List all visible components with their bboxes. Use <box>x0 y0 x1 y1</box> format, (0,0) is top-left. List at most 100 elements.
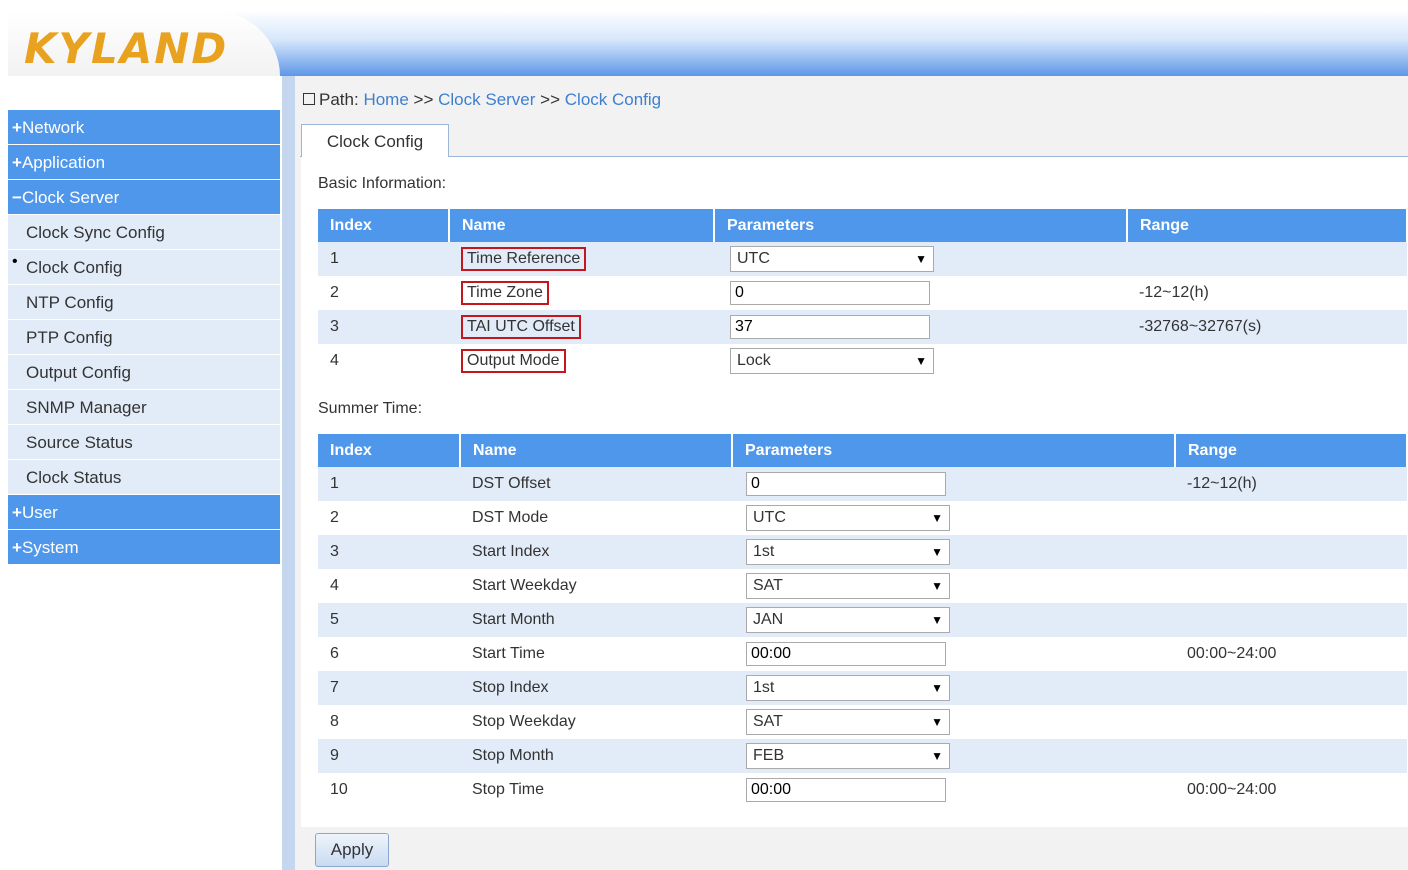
row-parameter-cell: SAT ▼ <box>732 705 1175 739</box>
chevron-down-icon: ▼ <box>915 252 927 266</box>
row-name-cell: Stop Month <box>460 739 732 773</box>
row-index: 6 <box>318 637 460 671</box>
chevron-down-icon: ▼ <box>931 749 943 763</box>
tai-utc-offset-input[interactable] <box>730 315 930 339</box>
stop-time-input[interactable] <box>746 778 946 802</box>
sidebar-item-ntp-config[interactable]: NTP Config <box>8 285 280 320</box>
row-parameter-cell: UTC ▼ <box>732 501 1175 535</box>
row-name-cell: Stop Index <box>460 671 732 705</box>
breadcrumb-home-link[interactable]: Home <box>363 90 408 109</box>
table-row: 5 Start Month JAN ▼ <box>318 603 1407 637</box>
row-name: Start Index <box>472 543 550 560</box>
col-range-header: Range <box>1127 209 1408 242</box>
sidebar-item-source-status[interactable]: Source Status <box>8 425 280 460</box>
stop-index-select[interactable]: 1st ▼ <box>746 675 950 701</box>
row-parameter-cell: Lock ▼ <box>714 344 1127 378</box>
sidebar-item-label: Clock Config <box>26 258 123 277</box>
expand-icon: + <box>12 503 22 522</box>
sidebar-item-clock-status[interactable]: Clock Status <box>8 460 280 495</box>
sidebar-item-snmp-manager[interactable]: SNMP Manager <box>8 390 280 425</box>
start-index-select[interactable]: 1st ▼ <box>746 539 950 565</box>
row-name-cell: TAI UTC Offset <box>449 310 714 344</box>
row-range: -12~12(h) <box>1175 467 1407 501</box>
table-row: 2 DST Mode UTC ▼ <box>318 501 1407 535</box>
config-panel: Basic Information: Index Name Parameters… <box>301 157 1408 827</box>
select-value: JAN <box>753 611 784 628</box>
row-parameter-cell <box>732 467 1175 501</box>
row-range <box>1127 344 1407 378</box>
chevron-down-icon: ▼ <box>931 545 943 559</box>
start-month-select[interactable]: JAN ▼ <box>746 607 950 633</box>
apply-button[interactable]: Apply <box>315 833 389 867</box>
col-index-header: Index <box>318 209 450 242</box>
row-name: TAI UTC Offset <box>461 315 581 339</box>
selected-bullet-icon: • <box>12 253 18 270</box>
stop-weekday-select[interactable]: SAT ▼ <box>746 709 950 735</box>
row-range <box>1127 242 1407 276</box>
row-range: 00:00~24:00 <box>1175 637 1407 671</box>
dst-mode-select[interactable]: UTC ▼ <box>746 505 950 531</box>
table-row: 2 Time Zone -12~12(h) <box>318 276 1407 310</box>
sidebar-item-label: PTP Config <box>26 328 113 347</box>
sidebar-item-ptp-config[interactable]: PTP Config <box>8 320 280 355</box>
breadcrumb-page-link[interactable]: Clock Config <box>565 90 661 109</box>
tab-clock-config[interactable]: Clock Config <box>301 124 449 158</box>
row-name-cell: Start Time <box>460 637 732 671</box>
col-name-header: Name <box>449 209 715 242</box>
row-parameter-cell: 1st ▼ <box>732 671 1175 705</box>
row-index: 4 <box>318 569 460 603</box>
row-name: Stop Month <box>472 747 554 764</box>
row-parameter-cell: SAT ▼ <box>732 569 1175 603</box>
sidebar-item-label: Clock Server <box>21 188 120 207</box>
sidebar-nav: +Network +Application −Clock Server Clock S… <box>8 110 280 565</box>
row-parameter-cell: JAN ▼ <box>732 603 1175 637</box>
breadcrumb-section-link[interactable]: Clock Server <box>438 90 535 109</box>
row-index: 1 <box>318 467 460 501</box>
row-name: DST Mode <box>472 509 549 526</box>
row-parameter-cell <box>732 773 1175 807</box>
row-name: Start Month <box>472 611 555 628</box>
table-row: 3 Start Index 1st ▼ <box>318 535 1407 569</box>
row-index: 4 <box>318 344 449 378</box>
row-name-cell: Stop Time <box>460 773 732 807</box>
row-index: 3 <box>318 310 449 344</box>
time-reference-select[interactable]: UTC ▼ <box>730 246 934 272</box>
row-name: Output Mode <box>461 349 566 373</box>
sidebar-item-network[interactable]: +Network <box>8 110 280 145</box>
row-name-cell: DST Mode <box>460 501 732 535</box>
chevron-down-icon: ▼ <box>931 681 943 695</box>
sidebar-item-user[interactable]: +User <box>8 495 280 530</box>
row-range: -32768~32767(s) <box>1127 310 1407 344</box>
table-row: 10 Stop Time 00:00~24:00 <box>318 773 1407 807</box>
row-name-cell: Output Mode <box>449 344 714 378</box>
sidebar-item-output-config[interactable]: Output Config <box>8 355 280 390</box>
sidebar-item-clock-config[interactable]: • Clock Config <box>8 250 280 285</box>
stop-month-select[interactable]: FEB ▼ <box>746 743 950 769</box>
dst-offset-input[interactable] <box>746 472 946 496</box>
table-row: 1 Time Reference UTC ▼ <box>318 242 1407 276</box>
expand-icon: + <box>12 153 22 172</box>
row-name-cell: Time Zone <box>449 276 714 310</box>
start-time-input[interactable] <box>746 642 946 666</box>
row-range <box>1175 739 1407 773</box>
row-parameter-cell <box>714 310 1127 344</box>
row-name: Time Reference <box>461 247 587 271</box>
kyland-logo: KYLAND <box>24 24 229 73</box>
sidebar-item-label: Application <box>21 153 106 172</box>
row-index: 3 <box>318 535 460 569</box>
sidebar-item-system[interactable]: +System <box>8 530 280 565</box>
col-params-header: Parameters <box>714 209 1128 242</box>
sidebar-item-application[interactable]: +Application <box>8 145 280 180</box>
start-weekday-select[interactable]: SAT ▼ <box>746 573 950 599</box>
sidebar-item-label: User <box>21 503 58 522</box>
sidebar-item-clock-sync-config[interactable]: Clock Sync Config <box>8 215 280 250</box>
sidebar-item-label: Output Config <box>26 363 131 382</box>
output-mode-select[interactable]: Lock ▼ <box>730 348 934 374</box>
summer-time-label: Summer Time: <box>318 400 423 417</box>
logo-tab: KYLAND <box>8 10 280 76</box>
expand-icon: + <box>12 118 22 137</box>
collapse-icon: − <box>12 188 22 207</box>
sidebar-item-clock-server[interactable]: −Clock Server <box>8 180 280 215</box>
time-zone-input[interactable] <box>730 281 930 305</box>
basic-info-table: Index Name Parameters Range 1 Time Refere… <box>318 209 1408 378</box>
